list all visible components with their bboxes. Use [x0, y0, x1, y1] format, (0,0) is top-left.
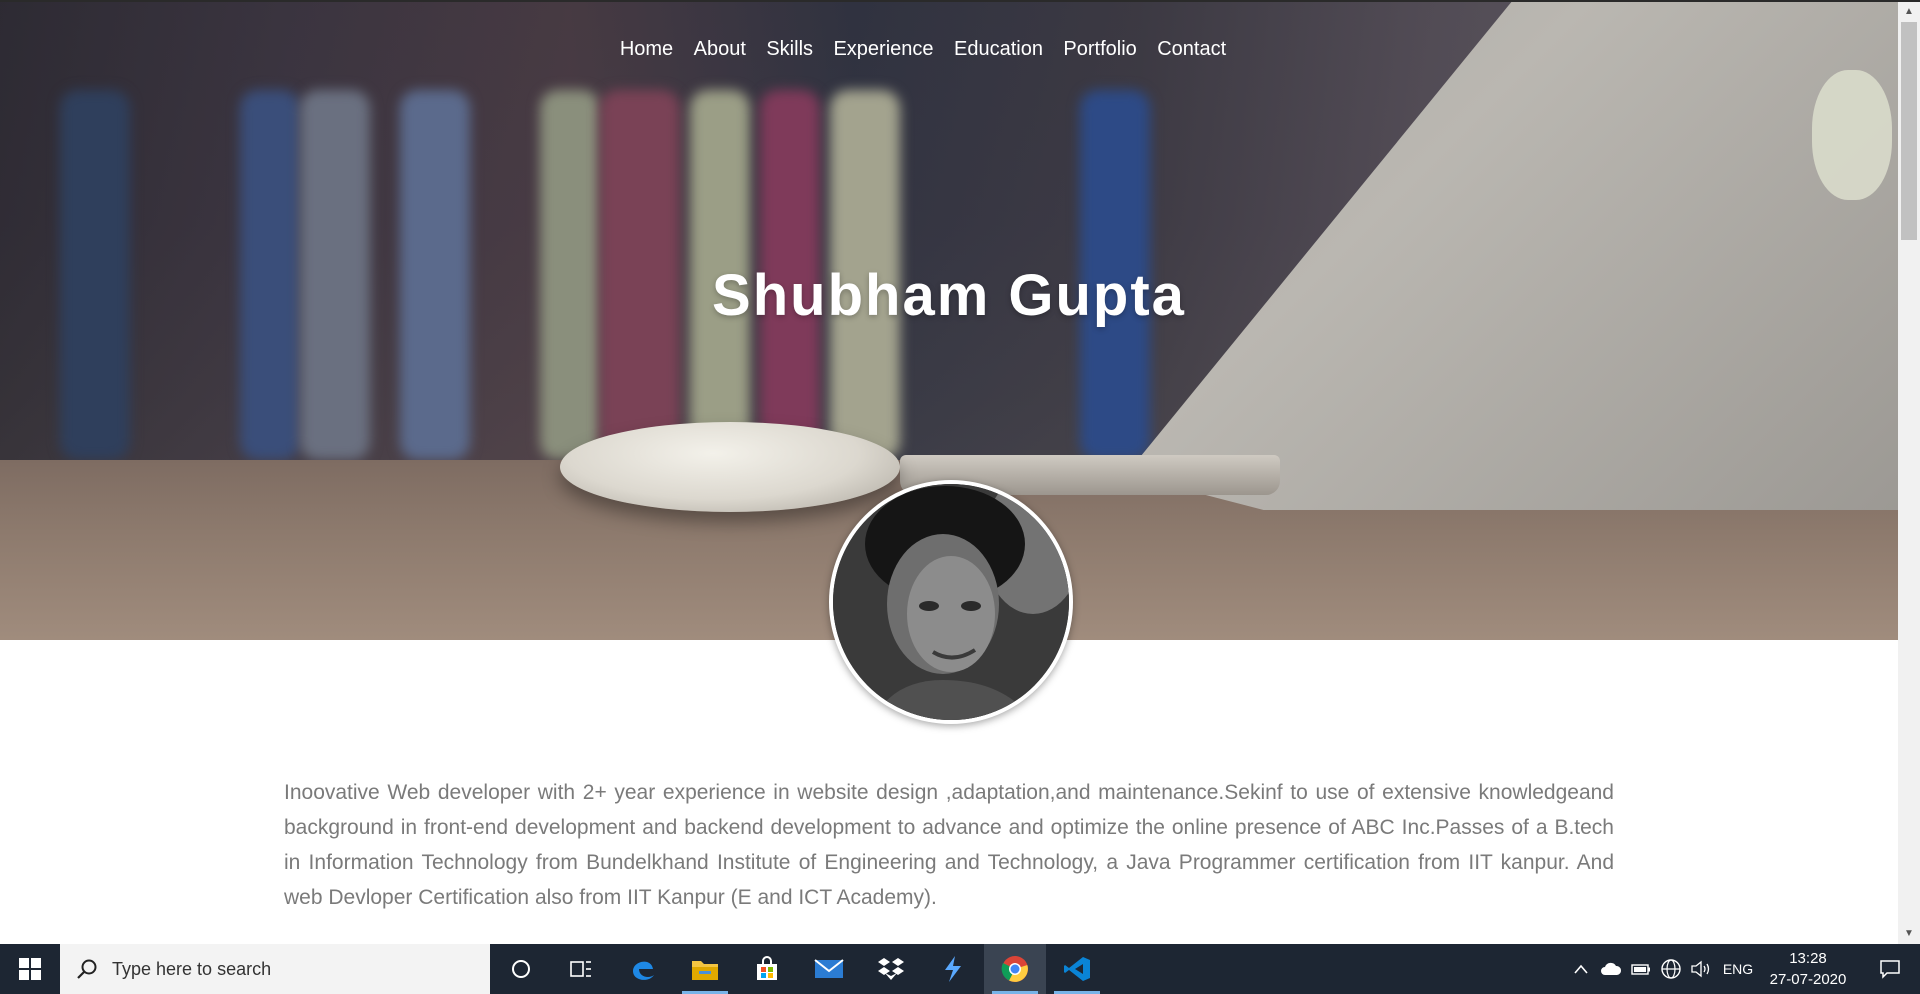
search-icon [77, 959, 97, 979]
profile-photo [833, 484, 1069, 720]
windows-logo-icon [19, 958, 41, 980]
cloud-icon [1601, 962, 1622, 975]
battery-tray-button[interactable] [1628, 944, 1654, 994]
nav-link-portfolio[interactable]: Portfolio [1063, 38, 1136, 61]
profile-avatar [829, 480, 1073, 724]
edge-button[interactable] [612, 944, 674, 994]
notification-icon [1880, 960, 1900, 979]
dropbox-button[interactable] [860, 944, 922, 994]
volume-tray-button[interactable] [1688, 944, 1714, 994]
nav-link-home[interactable]: Home [620, 38, 673, 61]
hero-background-mouse [560, 422, 900, 512]
task-view-icon [570, 961, 591, 977]
clock-date: 27-07-2020 [1769, 971, 1847, 988]
taskbar: Type here to search ENG 13:28 27-07-2020 [0, 944, 1920, 994]
battery-icon [1631, 964, 1650, 975]
language-indicator[interactable]: ENG [1718, 944, 1758, 994]
task-view-button[interactable] [550, 944, 612, 994]
edge-icon [633, 961, 654, 980]
profile-photo-graphic [833, 484, 1069, 720]
cortana-icon [512, 960, 530, 978]
nav-link-experience[interactable]: Experience [833, 38, 933, 61]
chevron-up-icon [1574, 964, 1588, 974]
nav-link-contact[interactable]: Contact [1157, 38, 1226, 61]
file-explorer-icon [692, 961, 718, 980]
main-nav: Home About Skills Experience Education P… [0, 38, 1898, 61]
dropbox-icon [878, 958, 904, 980]
about-bio: Inoovative Web developer with 2+ year ex… [284, 781, 1614, 909]
nav-link-about[interactable]: About [694, 38, 746, 61]
window-top-border [0, 0, 1920, 2]
nav-link-skills[interactable]: Skills [766, 38, 813, 61]
nav-link-education[interactable]: Education [954, 38, 1043, 61]
clock-time: 13:28 [1789, 950, 1827, 967]
page-viewport: Home About Skills Experience Education P… [0, 0, 1898, 944]
cortana-button[interactable] [490, 944, 552, 994]
onedrive-tray-button[interactable] [1598, 944, 1624, 994]
hero-background-logo [1812, 70, 1892, 200]
taskbar-clock[interactable]: 13:28 27-07-2020 [1764, 944, 1852, 994]
scroll-thumb[interactable] [1901, 22, 1917, 240]
chrome-button[interactable] [984, 944, 1046, 994]
store-button[interactable] [736, 944, 798, 994]
chrome-icon [1001, 956, 1028, 982]
taskbar-search-box[interactable]: Type here to search [60, 944, 490, 994]
page-scrollbar[interactable]: ▲ ▼ [1898, 2, 1920, 944]
vscode-icon [1064, 957, 1090, 981]
speaker-icon [1691, 960, 1710, 978]
scroll-up-arrow-icon[interactable]: ▲ [1898, 2, 1920, 22]
hero-name: Shubham Gupta [712, 263, 1186, 328]
search-placeholder: Type here to search [112, 958, 272, 979]
vs-app-icon [945, 956, 961, 982]
mail-icon [814, 959, 844, 978]
globe-icon [1661, 959, 1681, 979]
vs-app-button[interactable] [922, 944, 984, 994]
network-tray-button[interactable] [1658, 944, 1684, 994]
action-center-button[interactable] [1860, 944, 1920, 994]
nav-links: Home About Skills Experience Education P… [612, 38, 1234, 61]
vscode-button[interactable] [1046, 944, 1108, 994]
scroll-down-arrow-icon[interactable]: ▼ [1898, 924, 1920, 944]
mail-button[interactable] [798, 944, 860, 994]
file-explorer-button[interactable] [674, 944, 736, 994]
store-icon [757, 956, 777, 980]
show-hidden-icons-button[interactable] [1570, 944, 1592, 994]
start-button[interactable] [0, 944, 60, 994]
